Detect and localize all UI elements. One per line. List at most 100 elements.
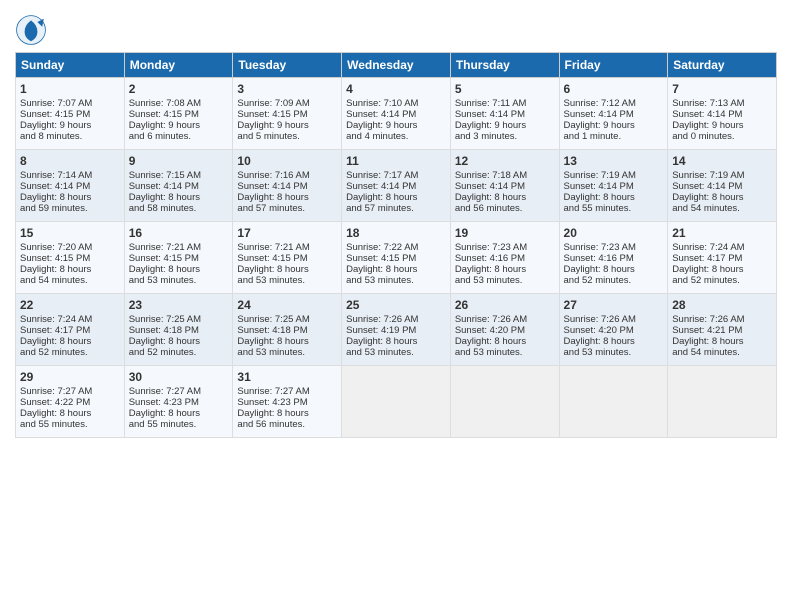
day-info: Sunset: 4:22 PM [20, 397, 120, 408]
calendar-cell: 26Sunrise: 7:26 AMSunset: 4:20 PMDayligh… [450, 294, 559, 366]
day-info: Daylight: 8 hours [20, 192, 120, 203]
day-number: 17 [237, 226, 337, 240]
day-info: and 53 minutes. [346, 275, 446, 286]
day-info: Daylight: 8 hours [237, 408, 337, 419]
header-tuesday: Tuesday [233, 53, 342, 78]
day-info: Daylight: 9 hours [672, 120, 772, 131]
day-info: Daylight: 8 hours [237, 192, 337, 203]
day-info: and 55 minutes. [20, 419, 120, 430]
day-info: Sunrise: 7:18 AM [455, 170, 555, 181]
header-wednesday: Wednesday [342, 53, 451, 78]
day-number: 31 [237, 370, 337, 384]
day-info: Daylight: 8 hours [237, 264, 337, 275]
calendar-cell: 13Sunrise: 7:19 AMSunset: 4:14 PMDayligh… [559, 150, 668, 222]
day-info: Sunset: 4:14 PM [455, 109, 555, 120]
calendar-cell: 3Sunrise: 7:09 AMSunset: 4:15 PMDaylight… [233, 78, 342, 150]
calendar-cell: 9Sunrise: 7:15 AMSunset: 4:14 PMDaylight… [124, 150, 233, 222]
day-info: Daylight: 8 hours [672, 336, 772, 347]
day-info: Sunset: 4:18 PM [237, 325, 337, 336]
day-info: Daylight: 8 hours [346, 336, 446, 347]
day-info: Sunrise: 7:09 AM [237, 98, 337, 109]
calendar-cell: 4Sunrise: 7:10 AMSunset: 4:14 PMDaylight… [342, 78, 451, 150]
day-number: 22 [20, 298, 120, 312]
week-row-3: 15Sunrise: 7:20 AMSunset: 4:15 PMDayligh… [16, 222, 777, 294]
header-thursday: Thursday [450, 53, 559, 78]
day-info: Sunset: 4:17 PM [672, 253, 772, 264]
day-info: and 6 minutes. [129, 131, 229, 142]
day-number: 21 [672, 226, 772, 240]
day-info: Sunrise: 7:19 AM [672, 170, 772, 181]
day-info: and 53 minutes. [455, 275, 555, 286]
day-info: Daylight: 9 hours [564, 120, 664, 131]
day-info: Sunrise: 7:24 AM [20, 314, 120, 325]
day-info: and 57 minutes. [346, 203, 446, 214]
day-info: Daylight: 8 hours [20, 336, 120, 347]
day-number: 14 [672, 154, 772, 168]
day-info: Daylight: 8 hours [129, 408, 229, 419]
calendar-cell: 24Sunrise: 7:25 AMSunset: 4:18 PMDayligh… [233, 294, 342, 366]
calendar-header-row: SundayMondayTuesdayWednesdayThursdayFrid… [16, 53, 777, 78]
calendar-cell: 1Sunrise: 7:07 AMSunset: 4:15 PMDaylight… [16, 78, 125, 150]
day-info: Sunrise: 7:17 AM [346, 170, 446, 181]
main-container: SundayMondayTuesdayWednesdayThursdayFrid… [0, 0, 792, 448]
day-info: and 52 minutes. [672, 275, 772, 286]
day-number: 18 [346, 226, 446, 240]
header-monday: Monday [124, 53, 233, 78]
calendar-cell: 5Sunrise: 7:11 AMSunset: 4:14 PMDaylight… [450, 78, 559, 150]
calendar-cell [342, 366, 451, 438]
day-info: Daylight: 8 hours [564, 336, 664, 347]
day-info: Sunset: 4:23 PM [237, 397, 337, 408]
calendar-cell: 19 Sunrise: 7:23 AMSunset: 4:16 PMDayligh… [450, 222, 559, 294]
calendar-cell: 11Sunrise: 7:17 AMSunset: 4:14 PMDayligh… [342, 150, 451, 222]
calendar-cell: 29 Sunrise: 7:27 AMSunset: 4:22 PMDayligh… [16, 366, 125, 438]
day-info: and 56 minutes. [237, 419, 337, 430]
day-info: Daylight: 8 hours [455, 264, 555, 275]
day-info: and 55 minutes. [564, 203, 664, 214]
calendar-cell [450, 366, 559, 438]
day-info: Sunrise: 7:23 AM [455, 242, 555, 253]
day-info: and 0 minutes. [672, 131, 772, 142]
day-number: 11 [346, 154, 446, 168]
day-number: 26 [455, 298, 555, 312]
day-number: 20 [564, 226, 664, 240]
day-info: Daylight: 8 hours [20, 408, 120, 419]
day-info: and 8 minutes. [20, 131, 120, 142]
day-info: Sunset: 4:14 PM [346, 109, 446, 120]
day-info: Sunrise: 7:23 AM [564, 242, 664, 253]
day-info: and 53 minutes. [129, 275, 229, 286]
day-info: Daylight: 8 hours [564, 264, 664, 275]
day-info: Sunrise: 7:21 AM [237, 242, 337, 253]
day-info: Sunrise: 7:26 AM [672, 314, 772, 325]
day-info: Daylight: 8 hours [672, 264, 772, 275]
day-info: Sunset: 4:15 PM [346, 253, 446, 264]
week-row-1: 1Sunrise: 7:07 AMSunset: 4:15 PMDaylight… [16, 78, 777, 150]
day-info: Sunrise: 7:10 AM [346, 98, 446, 109]
day-info: Sunrise: 7:27 AM [20, 386, 120, 397]
day-number: 28 [672, 298, 772, 312]
day-info: Daylight: 8 hours [129, 336, 229, 347]
day-info: Sunset: 4:14 PM [20, 181, 120, 192]
day-number: 16 [129, 226, 229, 240]
day-number: 15 [20, 226, 120, 240]
calendar-cell: 21Sunrise: 7:24 AMSunset: 4:17 PMDayligh… [668, 222, 777, 294]
day-info: Sunset: 4:16 PM [455, 253, 555, 264]
day-info: Daylight: 8 hours [346, 264, 446, 275]
day-info: and 53 minutes. [455, 347, 555, 358]
day-number: 6 [564, 82, 664, 96]
day-info: Sunset: 4:14 PM [455, 181, 555, 192]
day-info: Sunrise: 7:26 AM [455, 314, 555, 325]
day-info: Sunset: 4:14 PM [237, 181, 337, 192]
day-number: 9 [129, 154, 229, 168]
day-info: and 56 minutes. [455, 203, 555, 214]
calendar-cell: 2Sunrise: 7:08 AMSunset: 4:15 PMDaylight… [124, 78, 233, 150]
day-number: 29 [20, 370, 120, 384]
day-number: 19 [455, 226, 555, 240]
day-number: 5 [455, 82, 555, 96]
day-info: Sunset: 4:20 PM [455, 325, 555, 336]
day-info: Sunrise: 7:15 AM [129, 170, 229, 181]
day-number: 24 [237, 298, 337, 312]
day-info: Sunrise: 7:25 AM [237, 314, 337, 325]
day-info: Sunrise: 7:19 AM [564, 170, 664, 181]
day-info: Sunrise: 7:16 AM [237, 170, 337, 181]
day-info: Sunrise: 7:21 AM [129, 242, 229, 253]
